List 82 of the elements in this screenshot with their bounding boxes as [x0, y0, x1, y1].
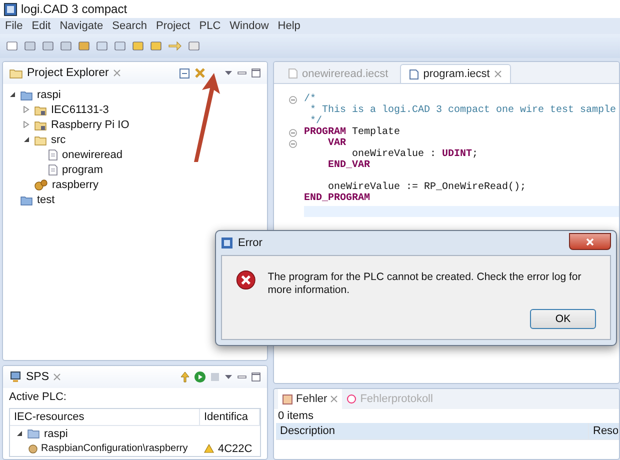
- file-icon: [48, 148, 58, 160]
- error-message: The program for the PLC cannot be created. Check the error log for more information.: [268, 270, 582, 297]
- close-icon[interactable]: [494, 70, 502, 78]
- menu-item[interactable]: Project: [156, 20, 190, 32]
- item-count: 0 items: [278, 410, 314, 422]
- upload-icon[interactable]: [180, 371, 190, 383]
- code-line: */: [309, 116, 322, 127]
- collapsed-arrow-icon[interactable]: [23, 106, 30, 113]
- menu-item[interactable]: Help: [278, 20, 300, 32]
- menu-item[interactable]: Navigate: [60, 20, 104, 32]
- app-logo-icon: [221, 237, 233, 249]
- close-icon: [586, 238, 594, 246]
- menu-item[interactable]: File: [5, 20, 23, 32]
- column-header[interactable]: Identifica: [200, 409, 260, 425]
- code-line: * This is a logi.CAD 3 compact one wire test sample: [309, 105, 616, 116]
- tree-item[interactable]: RaspbianConfiguration\raspberry: [41, 443, 188, 454]
- close-button[interactable]: [569, 233, 611, 250]
- tree-item[interactable]: raspberry: [52, 178, 98, 190]
- computer-icon: [9, 371, 22, 383]
- view-menu-icon[interactable]: [224, 373, 233, 381]
- code-line: END_PROGRAM: [304, 193, 370, 204]
- panel-title[interactable]: SPS: [26, 371, 50, 383]
- view-menu-icon[interactable]: [224, 69, 233, 77]
- view-tab[interactable]: Fehler: [278, 389, 342, 409]
- folder-icon: [34, 134, 47, 146]
- ok-button[interactable]: OK: [530, 309, 596, 329]
- run-icon[interactable]: [194, 371, 206, 383]
- gears-icon: [34, 178, 48, 190]
- dialog-title: Error: [238, 237, 262, 249]
- tree-item[interactable]: raspi: [44, 428, 68, 440]
- tree-item[interactable]: IEC61131-3: [51, 104, 109, 116]
- code-line: oneWireValue : UDINT;: [351, 149, 478, 160]
- file-icon: [409, 68, 420, 80]
- library-folder-icon: [34, 104, 47, 116]
- collapse-all-icon[interactable]: [179, 68, 190, 78]
- active-plc-label: Active PLC:: [9, 391, 66, 403]
- app-logo-icon: [4, 2, 17, 16]
- close-icon[interactable]: [330, 395, 338, 403]
- menu-item[interactable]: PLC: [199, 20, 221, 32]
- expanded-arrow-icon[interactable]: [9, 91, 16, 98]
- column-header[interactable]: Reso: [589, 423, 619, 439]
- close-icon[interactable]: [112, 69, 121, 77]
- column-header[interactable]: IEC-resources: [10, 409, 200, 425]
- window-title: logi.CAD 3 compact: [21, 2, 128, 16]
- tree-item[interactable]: Raspberry Pi IO: [51, 118, 130, 130]
- project-icon: [20, 194, 33, 206]
- code-line: oneWireValue := RP_OneWireRead();: [327, 182, 526, 193]
- close-icon[interactable]: [53, 373, 62, 381]
- fold-icon[interactable]: [289, 96, 297, 104]
- project-icon: [20, 88, 33, 100]
- fold-icon[interactable]: [289, 128, 297, 136]
- library-folder-icon: [34, 118, 47, 130]
- menu-item[interactable]: Search: [112, 20, 147, 32]
- folders-icon: [9, 67, 23, 79]
- code-line: PROGRAM Template: [304, 127, 400, 138]
- forward-arrow-icon[interactable]: [168, 40, 182, 52]
- file-icon: [288, 68, 298, 79]
- code-line: END_VAR: [327, 160, 370, 171]
- problems-icon: [282, 394, 293, 404]
- editor-tab[interactable]: program.iecst: [400, 64, 511, 83]
- menu-item[interactable]: Window: [230, 20, 269, 32]
- panel-title[interactable]: Project Explorer: [27, 67, 109, 79]
- expanded-arrow-icon[interactable]: [16, 430, 23, 437]
- tree-item[interactable]: raspi: [37, 88, 61, 100]
- tree-item[interactable]: test: [37, 194, 55, 206]
- file-icon: [48, 164, 58, 176]
- collapsed-arrow-icon[interactable]: [23, 121, 30, 128]
- folder-icon: [27, 428, 40, 439]
- tree-item[interactable]: src: [51, 134, 66, 146]
- code-line: /*: [304, 94, 316, 105]
- tree-item[interactable]: program: [62, 164, 103, 176]
- code-line: VAR: [327, 138, 346, 149]
- table-cell: 4C22C: [218, 442, 252, 454]
- maximize-icon[interactable]: [251, 68, 261, 78]
- expanded-arrow-icon[interactable]: [23, 136, 30, 143]
- tree-item[interactable]: onewireread: [62, 148, 123, 160]
- maximize-icon[interactable]: [251, 372, 261, 382]
- column-header[interactable]: Description: [276, 423, 589, 439]
- error-icon: [236, 268, 256, 292]
- log-icon: [346, 394, 358, 404]
- menu-item[interactable]: Edit: [32, 20, 51, 32]
- fold-icon[interactable]: [289, 140, 297, 148]
